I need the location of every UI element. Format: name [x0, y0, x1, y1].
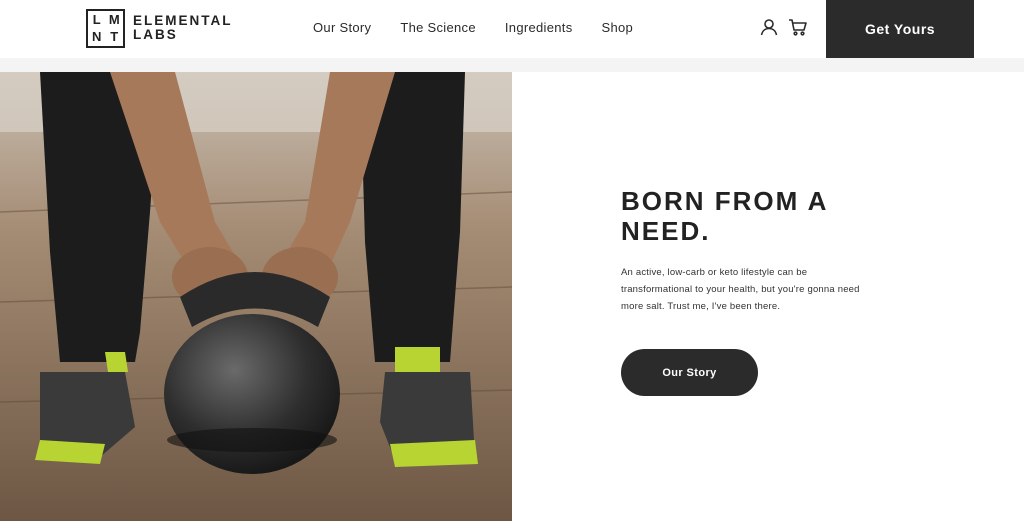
nav-item-the-science[interactable]: The Science	[400, 20, 476, 35]
header-icons	[758, 16, 814, 38]
header-divider	[0, 58, 1024, 72]
hero-title: BORN FROM A NEED.	[621, 186, 828, 246]
logo-wordmark: ELEMENTAL LABS	[133, 14, 233, 42]
logo-wordmark-line2: LABS	[133, 27, 178, 42]
get-yours-button[interactable]: Get Yours	[826, 0, 974, 58]
our-story-button[interactable]: Our Story	[621, 349, 758, 396]
nav-item-ingredients[interactable]: Ingredients	[505, 20, 573, 35]
user-icon[interactable]	[758, 16, 780, 38]
logo-letter: T	[110, 29, 119, 45]
cart-icon[interactable]	[786, 16, 808, 38]
logo-wordmark-line1: ELEMENTAL	[133, 13, 233, 28]
site-header: L M N T ELEMENTAL LABS Our Story The Sci…	[0, 0, 1024, 58]
hero-image-kettlebell	[0, 72, 512, 521]
hero-body-text: An active, low-carb or keto lifestyle ca…	[621, 267, 860, 312]
nav-item-shop[interactable]: Shop	[602, 20, 634, 35]
nav-item-our-story[interactable]: Our Story	[313, 20, 371, 35]
main-nav: Our Story The Science Ingredients Shop	[313, 0, 633, 54]
logo-letter: N	[92, 29, 102, 45]
logo-letter: M	[108, 11, 120, 27]
brand-logo[interactable]: L M N T ELEMENTAL LABS	[86, 8, 233, 48]
logo-mark: L M N T	[86, 8, 125, 48]
logo-letter: L	[92, 11, 101, 27]
hero-content: BORN FROM A NEED. An active, low-carb or…	[621, 186, 861, 396]
hero-illustration	[0, 72, 512, 521]
